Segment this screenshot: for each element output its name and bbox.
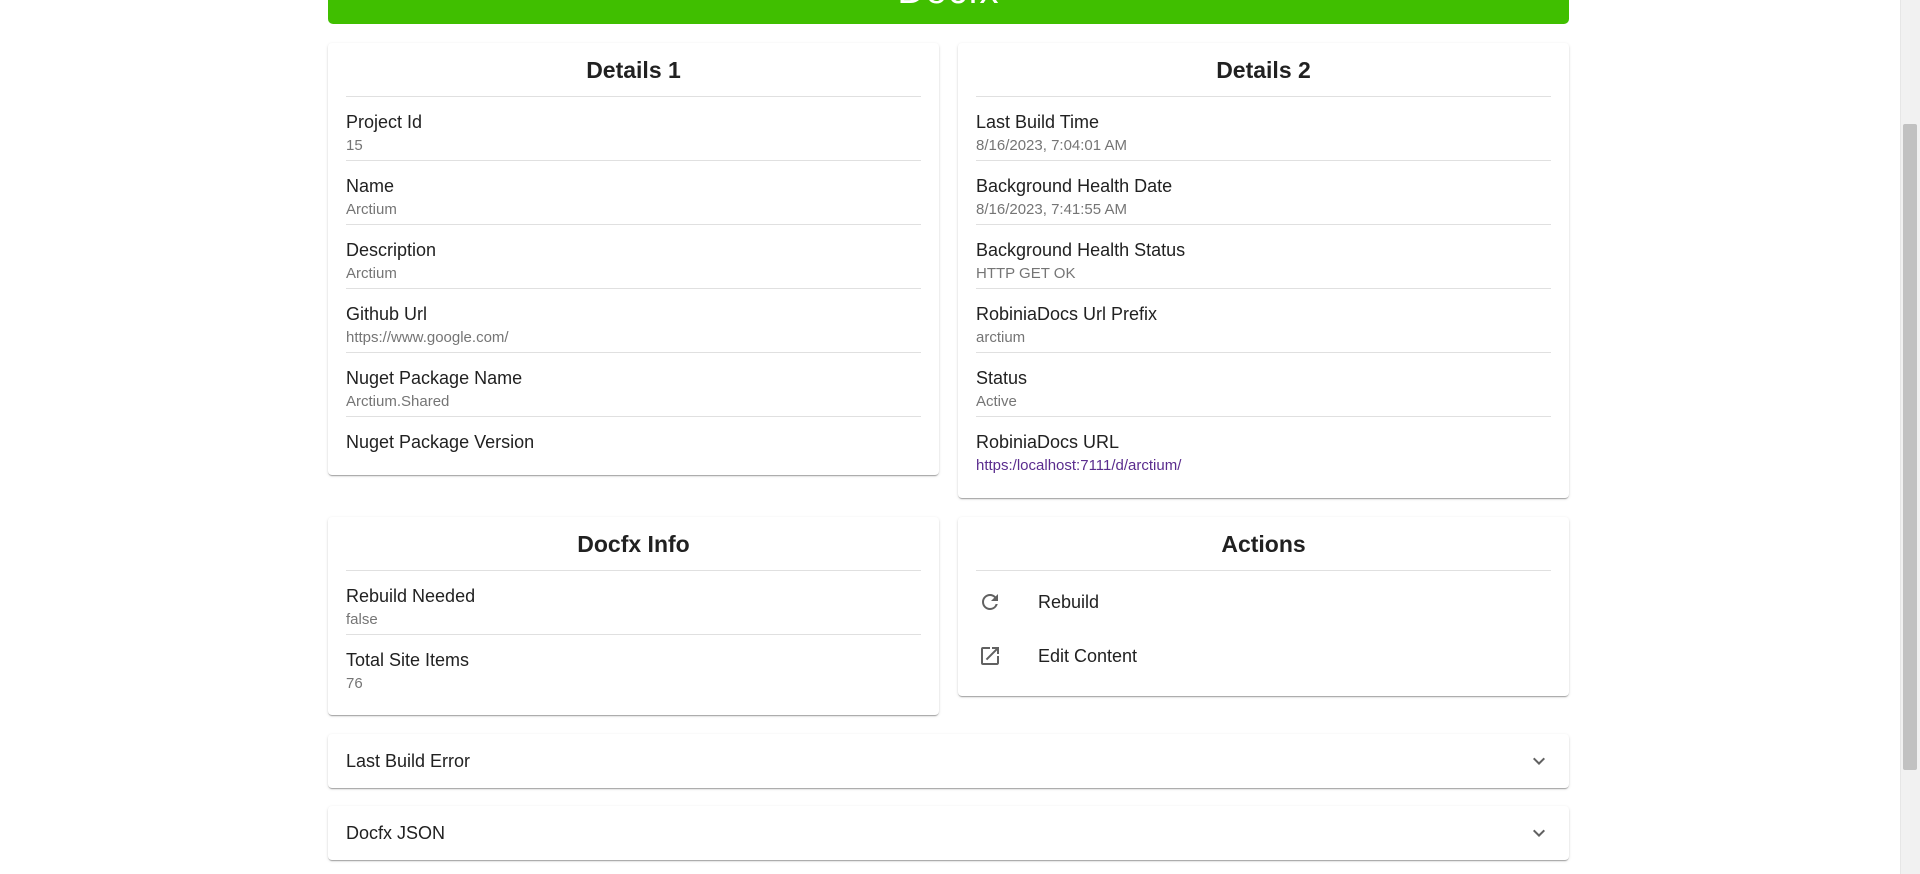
details-1-card: Details 1 Project Id 15 Name Arctium Des… bbox=[328, 43, 939, 475]
edit-content-button[interactable]: Edit Content bbox=[976, 629, 1551, 683]
rebuild-button[interactable]: Rebuild bbox=[976, 575, 1551, 629]
action-label: Rebuild bbox=[1038, 591, 1100, 612]
page-banner: Docfx bbox=[328, 0, 1569, 24]
field-total-site-items: Total Site Items 76 bbox=[346, 635, 921, 699]
card-title: Actions bbox=[976, 517, 1551, 571]
field-label: Github Url bbox=[346, 304, 428, 324]
field-value: 8/16/2023, 7:41:55 AM bbox=[976, 201, 1127, 218]
field-value: HTTP GET OK bbox=[976, 265, 1076, 282]
field-description: Description Arctium bbox=[346, 225, 921, 289]
actions-card: Actions Rebuild Edit Content bbox=[958, 517, 1569, 696]
field-project-id: Project Id 15 bbox=[346, 97, 921, 161]
field-label: Total Site Items bbox=[346, 650, 470, 670]
field-nuget-package-version: Nuget Package Version bbox=[346, 417, 921, 481]
chevron-down-icon[interactable] bbox=[1527, 821, 1551, 845]
field-label: Description bbox=[346, 240, 437, 260]
field-label: Project Id bbox=[346, 112, 423, 132]
banner-title: Docfx bbox=[328, 0, 1569, 16]
field-value: 8/16/2023, 7:04:01 AM bbox=[976, 137, 1127, 154]
field-value: Arctium bbox=[346, 265, 397, 282]
card-title: Details 2 bbox=[976, 43, 1551, 97]
field-label: Background Health Status bbox=[976, 240, 1186, 260]
field-github-url: Github Url https://www.google.com/ bbox=[346, 289, 921, 353]
field-label: Background Health Date bbox=[976, 176, 1173, 196]
field-nuget-package-name: Nuget Package Name Arctium.Shared bbox=[346, 353, 921, 417]
docfx-info-card: Docfx Info Rebuild Needed false Total Si… bbox=[328, 517, 939, 715]
field-background-health-date: Background Health Date 8/16/2023, 7:41:5… bbox=[976, 161, 1551, 225]
field-status: Status Active bbox=[976, 353, 1551, 417]
field-value: Arctium bbox=[346, 201, 397, 218]
field-robiniadocs-url: RobiniaDocs URL https:/localhost:7111/d/… bbox=[976, 417, 1551, 481]
field-value: false bbox=[346, 611, 378, 628]
field-value: https://www.google.com/ bbox=[346, 329, 509, 346]
field-label: Status bbox=[976, 368, 1028, 388]
field-rebuild-needed: Rebuild Needed false bbox=[346, 571, 921, 635]
field-label: Name bbox=[346, 176, 395, 196]
panel-title: Last Build Error bbox=[346, 750, 471, 771]
action-label: Edit Content bbox=[1038, 645, 1138, 666]
chevron-down-icon[interactable] bbox=[1527, 749, 1551, 773]
scrollbar-thumb[interactable] bbox=[1903, 124, 1917, 770]
last-build-error-panel[interactable]: Last Build Error bbox=[328, 734, 1569, 788]
panel-title: Docfx JSON bbox=[346, 822, 446, 843]
refresh-icon bbox=[976, 587, 1038, 617]
card-title: Details 1 bbox=[346, 43, 921, 97]
field-last-build-time: Last Build Time 8/16/2023, 7:04:01 AM bbox=[976, 97, 1551, 161]
field-value: Active bbox=[976, 393, 1017, 410]
field-label: Last Build Time bbox=[976, 112, 1100, 132]
field-value: arctium bbox=[976, 329, 1026, 346]
main-content: Docfx Details 1 Project Id 15 Name Arcti… bbox=[328, 0, 1569, 874]
field-value: 76 bbox=[346, 675, 363, 692]
field-value: Arctium.Shared bbox=[346, 393, 450, 410]
field-url-prefix: RobiniaDocs Url Prefix arctium bbox=[976, 289, 1551, 353]
field-label: Rebuild Needed bbox=[346, 586, 476, 606]
card-title: Docfx Info bbox=[346, 517, 921, 571]
field-label: Nuget Package Name bbox=[346, 368, 523, 388]
field-label: Nuget Package Version bbox=[346, 432, 535, 452]
robiniadocs-url-link[interactable]: https:/localhost:7111/d/arctium/ bbox=[976, 456, 1551, 476]
field-name: Name Arctium bbox=[346, 161, 921, 225]
field-value: 15 bbox=[346, 137, 363, 154]
docfx-json-panel[interactable]: Docfx JSON bbox=[328, 806, 1569, 860]
page-scrollbar[interactable] bbox=[1900, 0, 1920, 874]
open-in-new-icon bbox=[976, 641, 1038, 671]
field-background-health-status: Background Health Status HTTP GET OK bbox=[976, 225, 1551, 289]
field-label: RobiniaDocs URL bbox=[976, 432, 1120, 452]
details-2-card: Details 2 Last Build Time 8/16/2023, 7:0… bbox=[958, 43, 1569, 498]
field-label: RobiniaDocs Url Prefix bbox=[976, 304, 1158, 324]
